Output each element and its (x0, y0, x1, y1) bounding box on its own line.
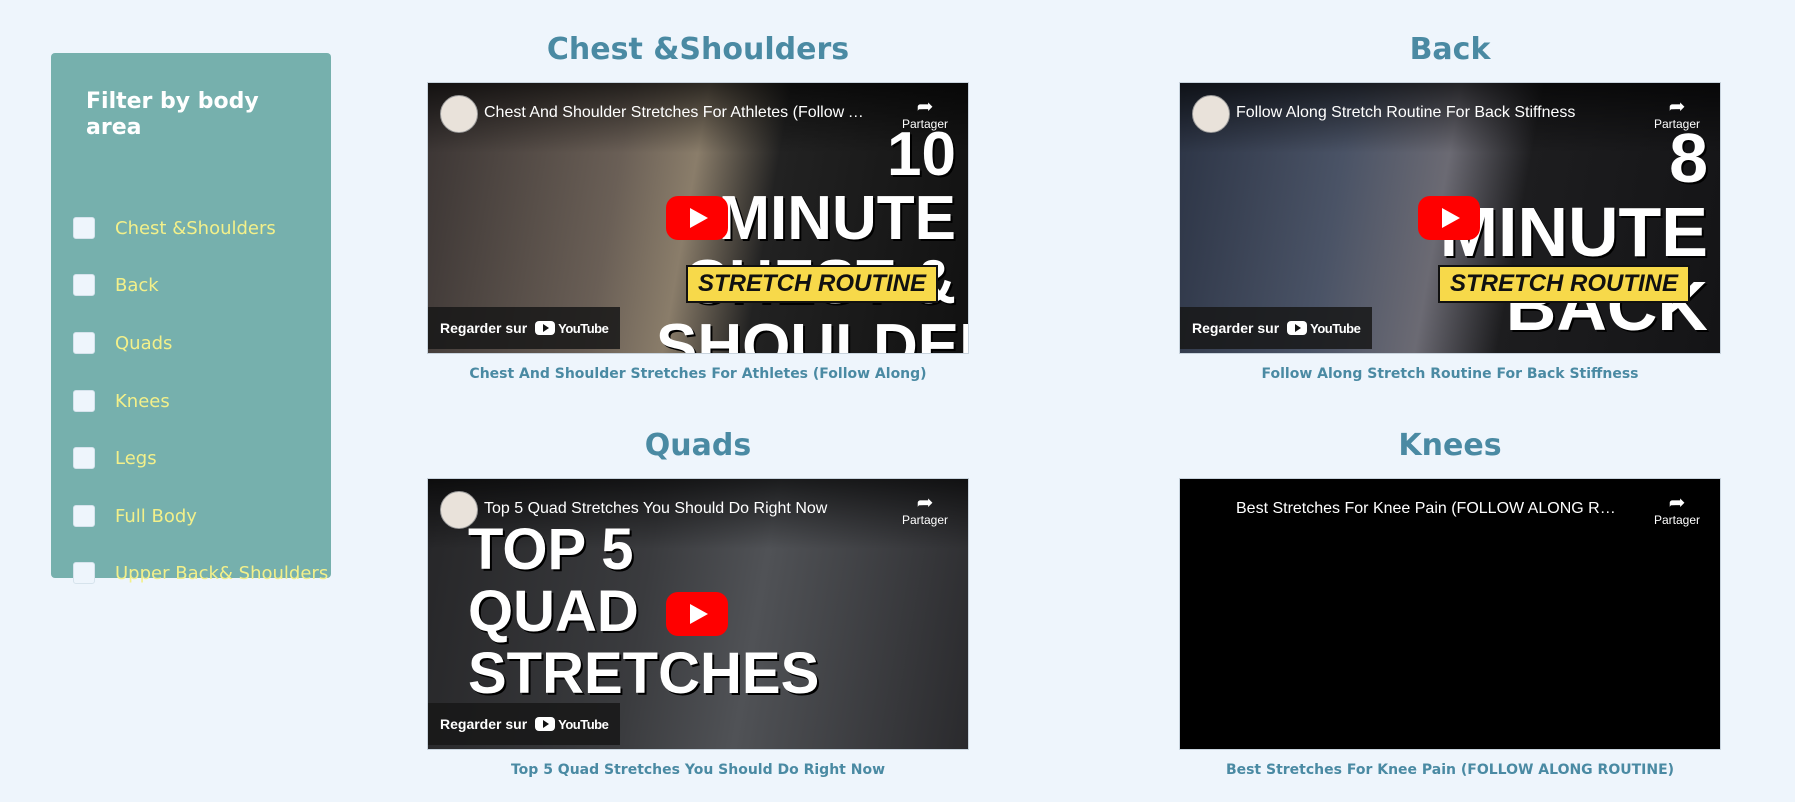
section-heading: Knees (1398, 428, 1502, 463)
share-arrow-icon: ➦ (916, 492, 934, 514)
share-button[interactable]: ➦ Partager (900, 493, 950, 527)
watch-on-youtube-button[interactable]: Regarder sur YouTube (1180, 307, 1373, 349)
checkbox[interactable] (73, 562, 95, 584)
play-button-icon[interactable] (666, 196, 728, 240)
video-title[interactable]: Top 5 Quad Stretches You Should Do Right… (484, 500, 874, 518)
filter-legs[interactable]: Legs (73, 443, 157, 473)
share-arrow-icon: ➦ (916, 96, 934, 118)
watch-on-youtube-button[interactable]: Regarder sur YouTube (428, 307, 621, 349)
youtube-play-icon (535, 321, 556, 335)
checkbox[interactable] (73, 217, 95, 239)
youtube-logo: YouTube (1287, 320, 1361, 336)
video-player[interactable]: Best Stretches For Knee Pain (FOLLOW ALO… (1179, 478, 1721, 750)
video-caption: Best Stretches For Knee Pain (FOLLOW ALO… (1225, 762, 1675, 778)
video-caption: Chest And Shoulder Stretches For Athlete… (469, 366, 927, 382)
filter-label: Chest &Shoulders (115, 217, 276, 239)
checkbox[interactable] (73, 390, 95, 412)
video-player[interactable]: TOP 5 QUAD STRETCHES Top 5 Quad Stretche… (427, 478, 969, 750)
filter-chest-shoulders[interactable]: Chest &Shoulders (73, 213, 276, 243)
checkbox[interactable] (73, 332, 95, 354)
video-title[interactable]: Chest And Shoulder Stretches For Athlete… (484, 104, 874, 122)
video-title[interactable]: Best Stretches For Knee Pain (FOLLOW ALO… (1236, 500, 1626, 518)
play-button-icon[interactable] (1418, 196, 1480, 240)
share-label: Partager (901, 513, 949, 527)
checkbox[interactable] (73, 447, 95, 469)
share-button[interactable]: ➦ Partager (1652, 493, 1702, 527)
video-card-quads: Quads TOP 5 QUAD STRETCHES Top 5 Quad St… (427, 426, 969, 778)
channel-avatar[interactable] (1192, 95, 1230, 133)
filter-label: Knees (115, 390, 170, 412)
watch-on-label: Regarder sur (1192, 320, 1280, 336)
youtube-logo: YouTube (535, 320, 609, 336)
filter-label: Legs (115, 447, 157, 469)
share-button[interactable]: ➦ Partager (1652, 97, 1702, 131)
share-arrow-icon: ➦ (1668, 96, 1686, 118)
filter-back[interactable]: Back (73, 270, 159, 300)
section-heading: Chest &Shoulders (546, 32, 850, 67)
filter-full-body[interactable]: Full Body (73, 501, 197, 531)
filter-label: Back (115, 274, 159, 296)
share-arrow-icon: ➦ (1668, 492, 1686, 514)
video-caption: Follow Along Stretch Routine For Back St… (1261, 366, 1639, 382)
youtube-play-icon (1287, 321, 1308, 335)
channel-avatar[interactable] (440, 95, 478, 133)
filter-quads[interactable]: Quads (73, 328, 172, 358)
video-player[interactable]: 10 MINUTE CHEST & SHOULDER STRETCH ROUTI… (427, 82, 969, 354)
filter-label: Full Body (115, 505, 197, 527)
filter-label: Upper Back& Shoulders (115, 562, 329, 584)
share-button[interactable]: ➦ Partager (900, 97, 950, 131)
youtube-play-icon (535, 717, 556, 731)
thumbnail-banner: STRETCH ROUTINE (686, 265, 938, 303)
video-card-knees: Knees Best Stretches For Knee Pain (FOLL… (1179, 426, 1721, 778)
filter-sidebar: Filter by body area Chest &Shoulders Bac… (51, 53, 331, 584)
filter-knees[interactable]: Knees (73, 386, 170, 416)
share-label: Partager (1653, 513, 1701, 527)
filter-upper-back-shoulders[interactable]: Upper Back& Shoulders (73, 558, 328, 588)
checkbox[interactable] (73, 505, 95, 527)
play-button-icon[interactable] (666, 592, 728, 636)
youtube-label: YouTube (1310, 320, 1361, 336)
video-title[interactable]: Follow Along Stretch Routine For Back St… (1236, 104, 1626, 122)
video-caption: Top 5 Quad Stretches You Should Do Right… (510, 762, 886, 778)
share-label: Partager (1653, 117, 1701, 131)
video-card-chest-shoulders: Chest &Shoulders 10 MINUTE CHEST & SHOUL… (427, 30, 969, 382)
youtube-label: YouTube (558, 320, 609, 336)
thumbnail-banner: STRETCH ROUTINE (1438, 265, 1690, 303)
sidebar-title: Filter by body area (86, 89, 259, 140)
watch-on-youtube-button[interactable]: Regarder sur YouTube (428, 703, 621, 745)
video-player[interactable]: 8 MINUTE BACK STRETCH ROUTINE Follow Alo… (1179, 82, 1721, 354)
filter-label: Quads (115, 332, 173, 354)
watch-on-label: Regarder sur (440, 716, 528, 732)
youtube-logo: YouTube (535, 716, 609, 732)
section-heading: Quads (644, 428, 752, 463)
video-card-back: Back 8 MINUTE BACK STRETCH ROUTINE Follo… (1179, 30, 1721, 382)
section-heading: Back (1409, 32, 1491, 67)
share-label: Partager (901, 117, 949, 131)
channel-avatar[interactable] (440, 491, 478, 529)
watch-on-label: Regarder sur (440, 320, 528, 336)
youtube-label: YouTube (558, 716, 609, 732)
checkbox[interactable] (73, 274, 95, 296)
thumbnail-text: TOP 5 QUAD STRETCHES (468, 517, 820, 706)
